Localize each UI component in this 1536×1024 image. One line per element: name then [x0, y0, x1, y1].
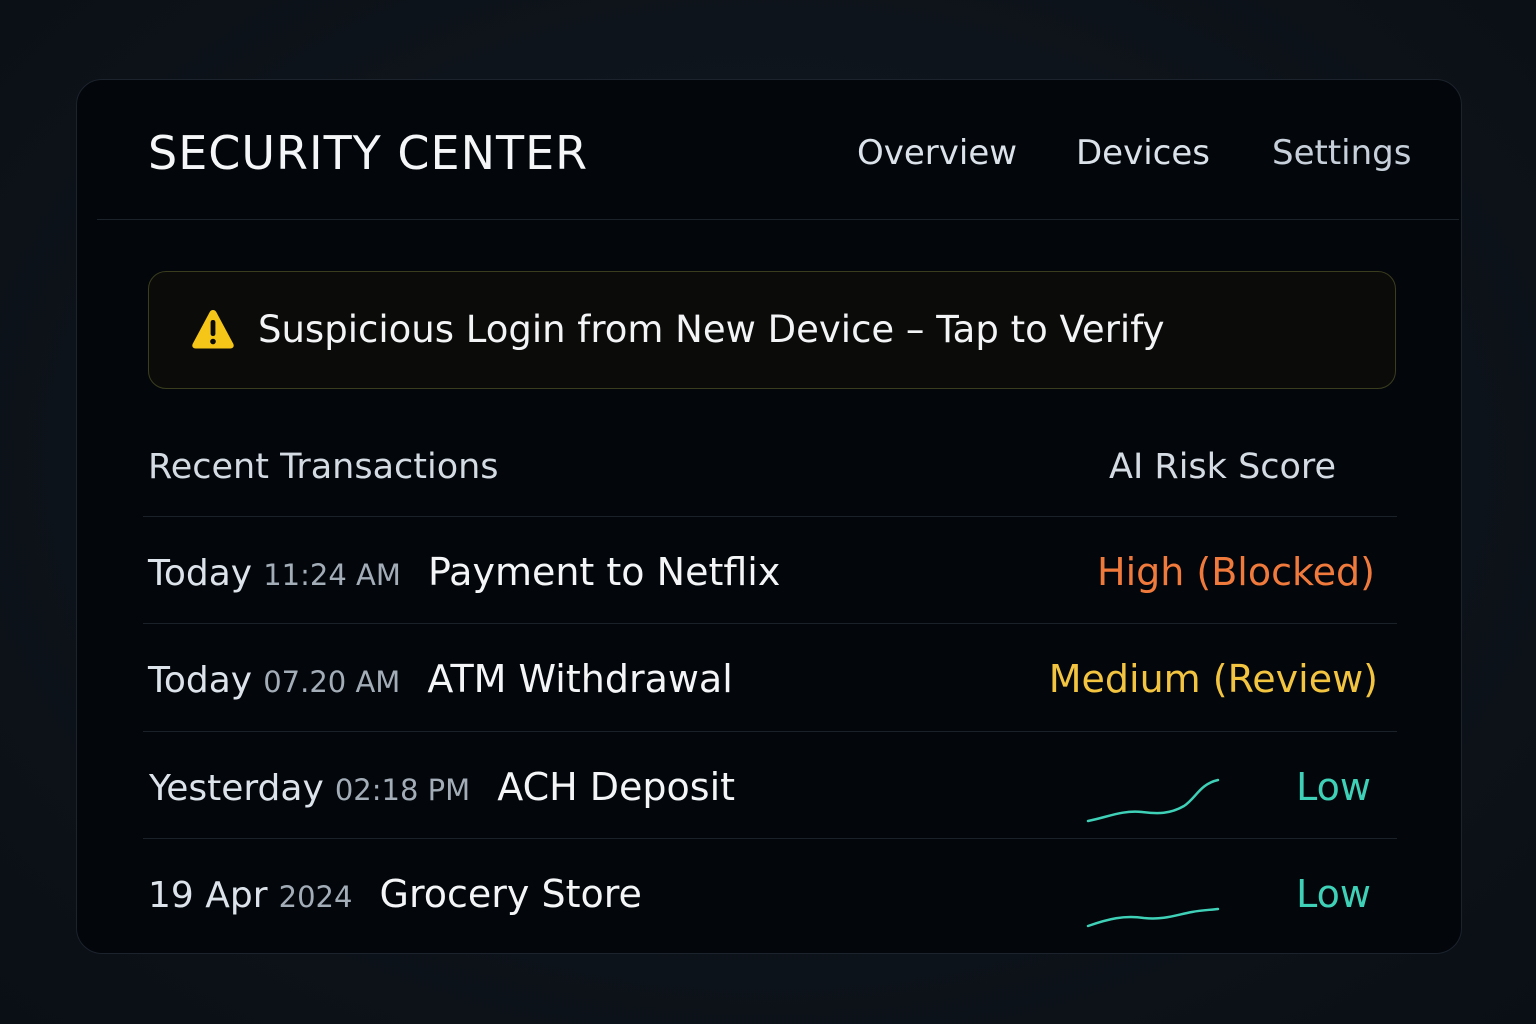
- risk-trend-sparkline: [1086, 907, 1220, 928]
- warning-triangle-icon: [192, 310, 234, 349]
- transaction-day: Today: [148, 660, 253, 701]
- risk-score: Medium (Review): [1048, 657, 1378, 701]
- transaction-day: 19 Apr: [148, 875, 268, 916]
- risk-score: Low: [1296, 872, 1371, 916]
- transaction-description: ACH Deposit: [497, 765, 736, 809]
- transaction-time: 07.20 AM: [263, 665, 401, 699]
- risk-score: Low: [1296, 765, 1371, 809]
- transaction-description: Grocery Store: [379, 872, 642, 916]
- ai-risk-score-heading: AI Risk Score: [1109, 447, 1337, 487]
- suspicious-login-alert[interactable]: Suspicious Login from New Device – Tap t…: [148, 271, 1396, 389]
- page-title: SECURITY CENTER: [148, 126, 589, 180]
- transaction-time: 11:24 AM: [263, 558, 401, 592]
- transaction-info: Yesterday 02:18 PM ACH Deposit: [149, 764, 735, 818]
- transaction-info: Today 11:24 AM Payment to Netflix: [148, 549, 780, 603]
- transaction-description: Payment to Netflix: [427, 550, 781, 594]
- risk-score: High (Blocked): [1097, 550, 1375, 594]
- recent-transactions-heading: Recent Transactions: [148, 447, 499, 487]
- transaction-time: 02:18 PM: [334, 773, 471, 807]
- transaction-info: Today 07.20 AM ATM Withdrawal: [148, 656, 733, 710]
- transaction-row[interactable]: Yesterday 02:18 PM ACH Deposit Low: [143, 731, 1397, 839]
- alert-message: Suspicious Login from New Device – Tap t…: [258, 308, 1165, 351]
- transaction-row[interactable]: Today 11:24 AM Payment to Netflix High (…: [143, 516, 1397, 624]
- tab-overview[interactable]: Overview: [857, 132, 1017, 174]
- transaction-description: ATM Withdrawal: [427, 657, 733, 701]
- transaction-row[interactable]: 19 Apr 2024 Grocery Store Low: [143, 838, 1397, 946]
- transaction-day: Today: [148, 553, 253, 594]
- security-center-panel: SECURITY CENTER Overview Devices Setting…: [76, 79, 1462, 954]
- transaction-day: Yesterday: [149, 768, 324, 809]
- tab-settings[interactable]: Settings: [1272, 132, 1411, 174]
- tab-devices[interactable]: Devices: [1076, 132, 1210, 174]
- transaction-row[interactable]: Today 07.20 AM ATM Withdrawal Medium (Re…: [143, 623, 1397, 731]
- transaction-info: 19 Apr 2024 Grocery Store: [148, 871, 642, 925]
- transaction-time: 2024: [278, 880, 353, 914]
- header: SECURITY CENTER Overview Devices Setting…: [97, 80, 1459, 220]
- risk-trend-sparkline: [1086, 778, 1220, 823]
